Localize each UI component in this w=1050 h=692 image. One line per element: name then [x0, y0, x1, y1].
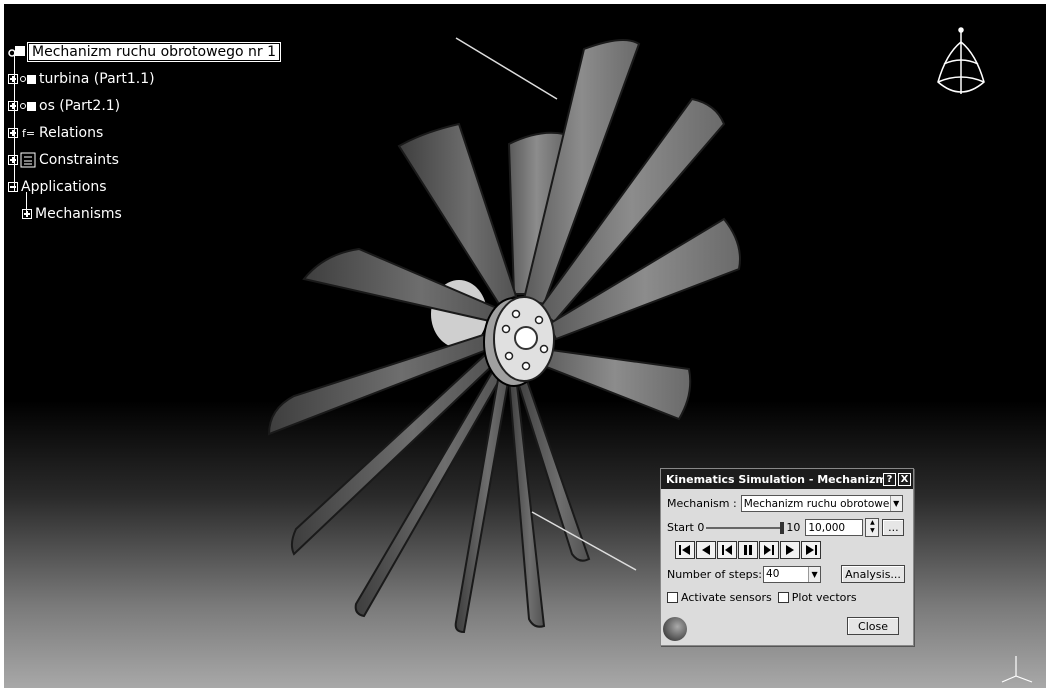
player-controls	[675, 541, 822, 559]
mechanism-select-value: Mechanizm ruchu obrotowego	[743, 497, 890, 510]
skip-to-start-icon[interactable]	[675, 541, 695, 559]
part-icon	[19, 71, 37, 87]
chevron-down-icon: ▼	[889, 496, 902, 511]
close-icon[interactable]: X	[898, 472, 911, 486]
tree-item-mechanisms[interactable]: Mechanisms	[22, 204, 122, 224]
tree-item-label: Relations	[39, 125, 104, 141]
pause-icon[interactable]	[738, 541, 758, 559]
tree-item-constraints[interactable]: Constraints	[8, 150, 119, 170]
tree-root-label: Mechanizm ruchu obrotowego nr 1	[26, 42, 282, 62]
time-row: Start 0 10 10,000 ▲ ▼ ...	[667, 518, 905, 537]
time-input[interactable]: 10,000	[805, 519, 864, 536]
expand-icon[interactable]	[8, 155, 18, 165]
start-label: Start 0	[667, 521, 705, 534]
tree-item-label: Mechanisms	[35, 206, 122, 222]
compass-icon[interactable]	[926, 24, 996, 114]
tree-item-label: Constraints	[39, 152, 119, 168]
3d-viewport[interactable]: Mechanizm ruchu obrotowego nr 1 turbina …	[4, 4, 1046, 688]
product-icon	[8, 44, 26, 60]
expand-icon[interactable]	[8, 101, 18, 111]
expand-icon[interactable]	[8, 74, 18, 84]
tree-item-label: turbina (Part1.1)	[39, 71, 155, 87]
relations-icon: f=	[19, 125, 37, 141]
tree-item-os[interactable]: os (Part2.1)	[8, 96, 120, 116]
end-label: 10	[786, 521, 801, 534]
expand-icon[interactable]	[8, 128, 18, 138]
dialog-logo-icon	[663, 617, 687, 641]
steps-row: Number of steps: 40 ▼ Analysis...	[667, 565, 906, 583]
axis-triad-icon	[1001, 656, 1033, 683]
tree-item-applications[interactable]: Applications	[8, 177, 107, 197]
constraints-icon	[19, 152, 37, 168]
chevron-down-icon: ▼	[808, 566, 821, 582]
collapse-icon[interactable]	[8, 182, 18, 192]
hub-center	[514, 326, 538, 350]
dialog-title: Kinematics Simulation - Mechanizm ...	[666, 472, 883, 486]
tree-item-label: Applications	[21, 179, 107, 195]
play-forward-icon[interactable]	[780, 541, 800, 559]
mechanism-label: Mechanism :	[667, 497, 737, 510]
plot-vectors-label: Plot vectors	[791, 591, 857, 604]
help-button[interactable]: ?	[883, 472, 896, 486]
activate-sensors-label: Activate sensors	[681, 591, 772, 604]
time-slider[interactable]	[706, 521, 785, 534]
slider-handle[interactable]	[780, 521, 785, 534]
dialog-titlebar[interactable]: Kinematics Simulation - Mechanizm ... ? …	[661, 469, 913, 489]
steps-label: Number of steps:	[667, 567, 763, 581]
plot-vectors-checkbox[interactable]	[777, 592, 789, 603]
tree-root[interactable]: Mechanizm ruchu obrotowego nr 1	[8, 42, 282, 62]
skip-to-end-icon[interactable]	[801, 541, 821, 559]
time-value: 10,000	[808, 521, 846, 534]
steps-value: 40	[766, 568, 780, 580]
step-forward-icon[interactable]	[759, 541, 779, 559]
svg-text:f=: f=	[22, 127, 35, 140]
step-backward-icon[interactable]	[717, 541, 737, 559]
tree-item-turbina[interactable]: turbina (Part1.1)	[8, 69, 155, 89]
close-button[interactable]: Close	[847, 617, 899, 635]
mechanism-row: Mechanism : Mechanizm ruchu obrotowego ▼	[667, 495, 903, 512]
expand-icon[interactable]	[22, 209, 32, 219]
activate-sensors-checkbox[interactable]	[667, 592, 678, 603]
analysis-button[interactable]: Analysis...	[841, 565, 906, 583]
steps-select[interactable]: 40 ▼	[763, 565, 822, 583]
tree-item-label: os (Part2.1)	[39, 98, 121, 114]
options-row: Activate sensors Plot vectors	[667, 591, 857, 604]
part-icon	[19, 98, 37, 114]
blade	[454, 372, 511, 634]
kinematics-simulation-dialog: Kinematics Simulation - Mechanizm ... ? …	[660, 468, 914, 646]
time-spinner[interactable]: ▲ ▼	[865, 518, 880, 537]
blade	[537, 347, 692, 421]
play-backward-icon[interactable]	[696, 541, 716, 559]
mechanism-select[interactable]: Mechanizm ruchu obrotowego ▼	[740, 495, 903, 512]
axis-line	[455, 37, 558, 100]
tree-item-relations[interactable]: f= Relations	[8, 123, 103, 143]
more-button[interactable]: ...	[882, 519, 905, 536]
